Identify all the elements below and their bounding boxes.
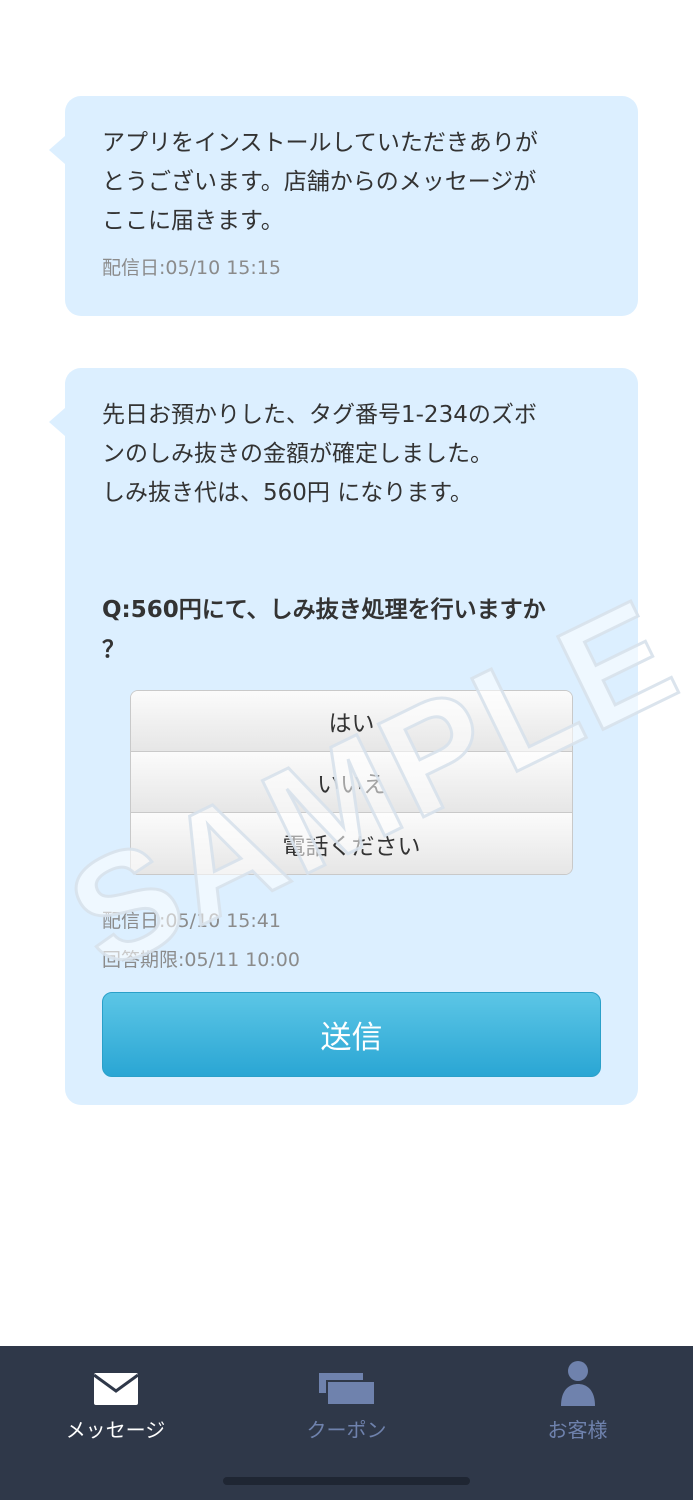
tab-label: お客様: [547, 1418, 608, 1442]
tab-messages[interactable]: メッセージ: [0, 1346, 231, 1456]
message-text: 先日お預かりした、タグ番号1-234のズボ ンのしみ抜きの金額が確定しました。 …: [102, 402, 537, 506]
send-button[interactable]: 送信: [102, 992, 601, 1077]
answer-deadline: 回答期限:05/11 10:00: [102, 949, 300, 971]
tab-label: メッセージ: [65, 1418, 166, 1442]
answer-options: はい いいえ 電話ください: [130, 690, 573, 875]
coupon-icon: [318, 1362, 376, 1406]
message-text: アプリをインストールしていただきありが とうございます。店舗からのメッセージが …: [102, 130, 538, 234]
envelope-icon: [92, 1362, 139, 1406]
option-yes[interactable]: はい: [131, 691, 572, 752]
tab-coupons[interactable]: クーポン: [231, 1346, 462, 1456]
message-bubble: アプリをインストールしていただきありが とうございます。店舗からのメッセージが …: [49, 96, 638, 316]
message-bubble: 先日お預かりした、タグ番号1-234のズボ ンのしみ抜きの金額が確定しました。 …: [49, 368, 638, 1105]
option-call-me[interactable]: 電話ください: [131, 813, 572, 874]
delivery-date: 配信日:05/10 15:15: [102, 257, 281, 279]
tab-customer[interactable]: お客様: [462, 1346, 693, 1456]
option-no[interactable]: いいえ: [131, 752, 572, 813]
home-indicator: [223, 1477, 470, 1485]
tab-label: クーポン: [306, 1418, 387, 1442]
person-icon: [559, 1361, 597, 1406]
question-text: Q:560円にて、しみ抜き処理を行いますか ？: [102, 597, 546, 663]
delivery-date: 配信日:05/10 15:41: [102, 910, 281, 932]
